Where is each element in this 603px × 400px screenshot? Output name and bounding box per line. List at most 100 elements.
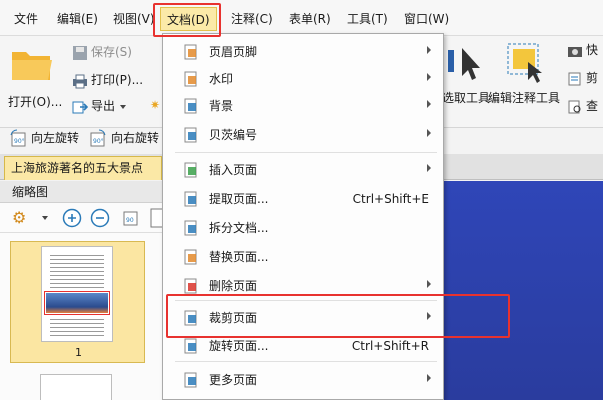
open-button[interactable]: 打开(O)...: [6, 42, 64, 112]
thumbnail-selected[interactable]: 1: [10, 241, 145, 363]
printer-icon: [73, 74, 87, 88]
menu-item-delete-page[interactable]: 删除页面: [163, 273, 443, 299]
menu-window[interactable]: 窗口(W): [404, 11, 449, 27]
menu-form[interactable]: 表单(R): [289, 11, 331, 27]
menu-item-insert-page[interactable]: 插入页面: [163, 157, 443, 183]
menu-separator: [175, 361, 437, 362]
svg-text:90°: 90°: [14, 138, 25, 145]
menu-bar: 文件 编辑(E) 视图(V) 文档(D) 注释(C) 表单(R) 工具(T) 窗…: [0, 0, 603, 36]
export-button[interactable]: 导出: [72, 96, 127, 116]
rotate-right-icon: 90°: [90, 128, 106, 146]
find-icon: [568, 100, 581, 113]
menu-item-label: 页眉页脚: [209, 45, 258, 59]
edit-annotation-tool-button[interactable]: 编辑注释工具: [488, 40, 564, 110]
thumbnail-page-number: 1: [75, 346, 82, 359]
delete-page-icon: [184, 278, 197, 294]
svg-text:90°: 90°: [93, 138, 104, 145]
sparkle-icon: ✷: [150, 98, 161, 112]
thumbnail-page-2[interactable]: [40, 374, 112, 400]
panel-toolbar: ⚙ 90: [0, 203, 164, 233]
submenu-arrow-icon: [427, 164, 431, 172]
svg-text:90: 90: [126, 217, 134, 224]
menu-document[interactable]: 文档(D): [160, 7, 217, 31]
export-label: 导出: [91, 99, 116, 113]
document-tab-title: 上海旅游著名的五大景点: [11, 161, 144, 175]
annotation-edit-icon: [507, 43, 542, 83]
open-label: 打开(O)...: [8, 95, 63, 109]
select-tool-label: 选取工具: [442, 91, 491, 105]
camera-label: 快: [586, 43, 599, 57]
split-document-icon: [184, 220, 197, 236]
save-icon: [73, 45, 87, 60]
print-label: 打印(P)...: [91, 73, 144, 87]
thumbnail-text-lines-lower: [50, 319, 104, 337]
camera-button[interactable]: 快: [567, 40, 598, 60]
zoom-in-icon[interactable]: [62, 208, 82, 228]
clip-button[interactable]: 剪: [567, 68, 598, 88]
menu-view[interactable]: 视图(V): [113, 11, 155, 27]
menu-file[interactable]: 文件: [14, 11, 38, 27]
document-menu-dropdown: 页眉页脚水印背景贝茨编号插入页面提取页面... Ctrl+Shift+E 拆分文档.…: [162, 33, 444, 400]
export-icon: [72, 101, 88, 113]
menu-item-label: 旋转页面...: [209, 339, 269, 353]
menu-item-label: 插入页面: [209, 163, 258, 177]
menu-item-bates-number[interactable]: 贝茨编号: [163, 122, 443, 148]
cursor-icon: [448, 48, 480, 80]
menu-item-replace-page[interactable]: 替换页面...: [163, 244, 443, 270]
chevron-down-icon[interactable]: [42, 216, 48, 220]
rotate-thumbnail-icon[interactable]: 90: [121, 208, 141, 228]
menu-item-header-footer[interactable]: 页眉页脚: [163, 39, 443, 65]
more-pages-icon: [184, 372, 197, 388]
submenu-arrow-icon: [427, 312, 431, 320]
menu-item-extract-page[interactable]: 提取页面... Ctrl+Shift+E: [163, 186, 443, 212]
clip-icon: [568, 72, 581, 85]
menu-item-label: 替换页面...: [209, 250, 269, 264]
gear-icon[interactable]: ⚙: [12, 208, 26, 227]
extract-page-icon: [184, 191, 197, 207]
menu-item-background[interactable]: 背景: [163, 93, 443, 119]
menu-item-label: 提取页面...: [209, 192, 269, 206]
menu-separator: [175, 300, 437, 301]
select-tool-button[interactable]: 选取工具: [442, 40, 492, 110]
menu-item-label: 水印: [209, 72, 234, 86]
zoom-out-icon[interactable]: [90, 208, 110, 228]
menu-item-label: 更多页面: [209, 373, 258, 387]
watermark-icon: [184, 71, 197, 87]
thumbnail-panel: 缩略图 ⚙ 90 1: [0, 181, 164, 400]
folder-icon: [12, 52, 52, 80]
rotate-right-button[interactable]: 90° 向右旋转: [88, 128, 159, 148]
edit-annotation-tool-label: 编辑注释工具: [488, 91, 561, 105]
rotate-left-label: 向左旋转: [31, 131, 80, 145]
menu-item-crop-page[interactable]: 裁剪页面: [163, 305, 443, 331]
menu-item-more-pages[interactable]: 更多页面: [163, 367, 443, 393]
menu-item-watermark[interactable]: 水印: [163, 66, 443, 92]
submenu-arrow-icon: [427, 374, 431, 382]
print-button[interactable]: 打印(P)...: [72, 70, 143, 90]
clip-label: 剪: [586, 71, 599, 85]
menu-item-label: 拆分文档...: [209, 221, 269, 235]
rotate-left-icon: 90°: [10, 128, 26, 146]
crop-page-icon: [184, 310, 197, 326]
menu-edit[interactable]: 编辑(E): [57, 11, 98, 27]
menu-item-split-document[interactable]: 拆分文档...: [163, 215, 443, 241]
rotate-left-button[interactable]: 90° 向左旋转: [8, 128, 79, 148]
thumbnail-text-lines: [50, 255, 104, 289]
thumbnail-page-1: [41, 246, 113, 342]
save-label: 保存(S): [91, 45, 132, 59]
camera-icon: [568, 46, 582, 57]
panel-title: 缩略图: [0, 181, 163, 203]
find-button[interactable]: 查: [567, 96, 598, 116]
submenu-arrow-icon: [427, 100, 431, 108]
menu-item-rotate-page[interactable]: 旋转页面... Ctrl+Shift+R: [163, 333, 443, 359]
submenu-arrow-icon: [427, 280, 431, 288]
document-tab[interactable]: 上海旅游著名的五大景点: [4, 156, 162, 180]
header-footer-icon: [184, 44, 197, 60]
menu-separator: [175, 152, 437, 153]
menu-tools[interactable]: 工具(T): [347, 11, 388, 27]
menu-item-label: 裁剪页面: [209, 311, 258, 325]
menu-comment[interactable]: 注释(C): [231, 11, 273, 27]
submenu-arrow-icon: [427, 73, 431, 81]
submenu-arrow-icon: [427, 46, 431, 54]
insert-page-icon: [184, 162, 197, 178]
save-button[interactable]: 保存(S): [72, 42, 132, 62]
